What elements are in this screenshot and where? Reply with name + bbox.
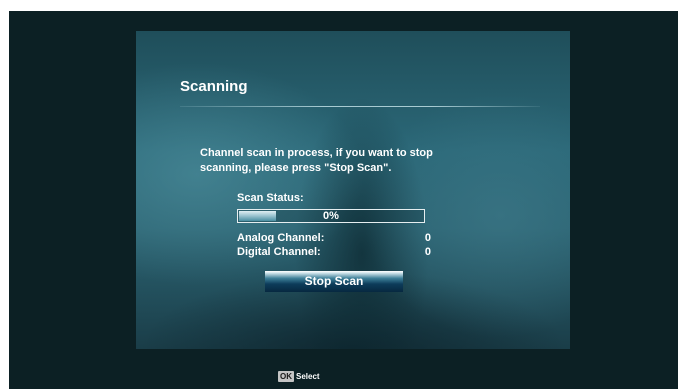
scan-progress-text: 0% [323,210,339,222]
analog-channel-count: 0 [424,232,431,244]
digital-channel-label: Digital Channel: [237,246,321,258]
analog-channel-row: Analog Channel: 0 [237,232,431,245]
footer-hint: OK Select [278,371,320,382]
analog-channel-label: Analog Channel: [237,232,325,244]
scan-progress-bar: 0% [237,209,425,223]
scan-message: Channel scan in process, if you want to … [200,146,500,176]
tv-screen: Scanning Channel scan in process, if you… [9,11,678,389]
scan-message-line-2: scanning, please press "Stop Scan". [200,162,392,174]
select-hint-label: Select [296,372,320,381]
digital-channel-count: 0 [424,246,431,258]
dialog-title: Scanning [180,78,248,95]
title-divider [180,106,540,107]
scanning-dialog: Scanning Channel scan in process, if you… [136,31,570,349]
scan-status-label: Scan Status: [237,192,304,204]
ok-key-icon: OK [278,371,294,382]
digital-channel-row: Digital Channel: 0 [237,246,431,259]
scan-message-line-1: Channel scan in process, if you want to … [200,147,433,159]
stop-scan-button[interactable]: Stop Scan [265,271,403,292]
